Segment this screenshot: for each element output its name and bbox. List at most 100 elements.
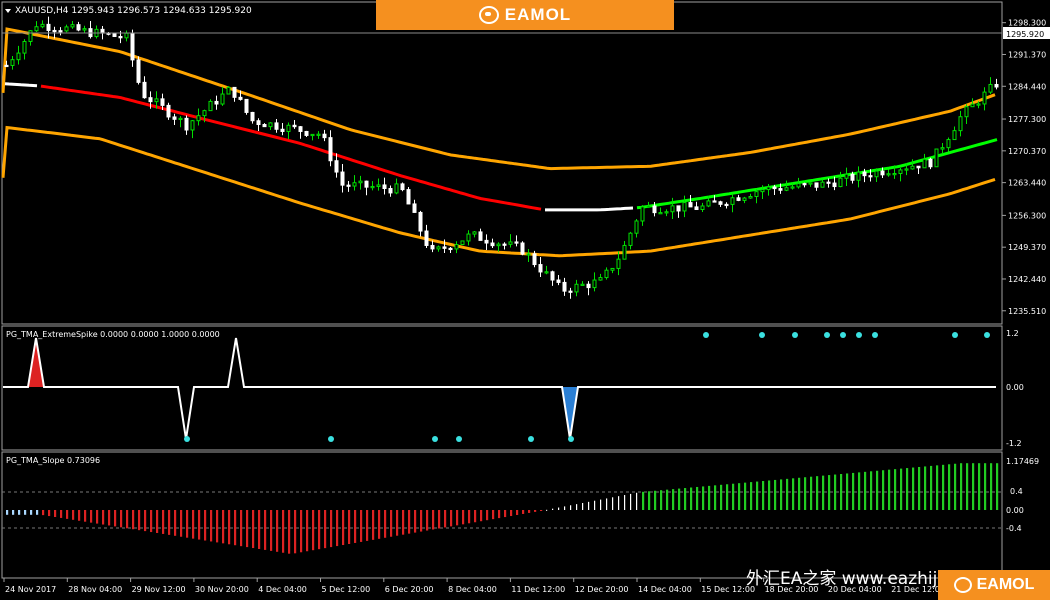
spike-dot (952, 332, 958, 338)
slope-bar (366, 510, 369, 541)
candle-body (46, 23, 51, 31)
slope-bar (96, 510, 99, 524)
price-tick-label: 1298.300 (1008, 19, 1046, 28)
slope-bar (186, 510, 189, 538)
slope-bar (714, 485, 717, 510)
slope-bar (138, 510, 141, 531)
candle-body (646, 205, 651, 208)
candle-body (640, 206, 645, 222)
time-tick-label: 5 Dec 12:00 (322, 585, 371, 594)
slope-bar (552, 508, 554, 510)
candle-body (754, 191, 759, 198)
candle-body (766, 186, 771, 191)
candle-body (10, 59, 15, 66)
candle-body (628, 232, 633, 246)
candle-body (598, 277, 603, 281)
spike-dot (759, 332, 765, 338)
slope-bar (378, 510, 381, 539)
candle-body (4, 64, 9, 68)
slope-bar (618, 496, 620, 510)
candle-body (544, 271, 549, 274)
slope-bar (744, 482, 747, 510)
slope-bar (696, 486, 699, 510)
price-tick-label: 1277.300 (1008, 115, 1046, 124)
slope-bar (456, 510, 459, 526)
candle-body (580, 283, 585, 286)
slope-bar (600, 499, 602, 510)
slope-bar (390, 510, 393, 537)
slope-bar (900, 468, 903, 510)
slope-bar (408, 510, 411, 534)
slope-bar (558, 507, 560, 510)
slope-bar (414, 510, 417, 533)
slope-tick-max: 1.17469 (1006, 457, 1039, 466)
watermark-logo-icon (953, 577, 972, 593)
slope-bar (492, 510, 495, 520)
candle-body (832, 182, 837, 188)
candle-body (922, 158, 927, 169)
slope-bar (114, 510, 117, 527)
slope-bar (312, 510, 315, 551)
main-price-panel[interactable]: XAUUSD,H4 1295.943 1296.573 1294.633 129… (1, 1, 1050, 325)
candle-body (232, 86, 237, 98)
candle-body (688, 202, 693, 208)
price-tick-label: 1284.440 (1008, 82, 1046, 91)
price-tick-label: 1291.370 (1008, 50, 1046, 59)
slope-bar (966, 463, 969, 510)
candle-body (274, 122, 279, 130)
slope-bar (570, 505, 572, 510)
slope-bar (264, 510, 267, 550)
slope-bar (834, 474, 837, 510)
candle-body (790, 186, 795, 189)
spike-dot (824, 332, 830, 338)
slope-bar (426, 510, 429, 531)
candle-body (880, 170, 885, 176)
candle-body (838, 177, 843, 188)
extreme-spike-panel[interactable]: PG_TMA_ExtremeSpike 0.0000 0.0000 1.0000… (1, 325, 1024, 451)
spike-dot (703, 332, 709, 338)
slope-bar (720, 484, 723, 510)
candle-body (388, 188, 393, 194)
candle-body (142, 81, 147, 99)
candle-body (16, 52, 21, 61)
slope-bar (90, 510, 93, 523)
candle-body (262, 124, 267, 128)
candle-body (394, 183, 399, 194)
candle-body (160, 98, 165, 106)
candle-body (664, 211, 669, 214)
slope-bar (306, 510, 309, 552)
candle-body (592, 279, 597, 289)
slope-bar (108, 510, 111, 526)
candle-body (658, 212, 663, 215)
candle-body (328, 137, 333, 162)
candle-body (370, 185, 375, 189)
time-tick-label: 14 Dec 04:00 (638, 585, 692, 594)
slope-bar (606, 498, 608, 510)
candle-body (454, 244, 459, 250)
candle-body (916, 165, 921, 169)
candle-body (196, 115, 201, 122)
slope-bar (174, 510, 177, 536)
time-tick-label: 6 Dec 20:00 (385, 585, 434, 594)
tma-slope-panel[interactable]: PG_TMA_Slope 0.73096 1.17469 0.4 0.00 -0… (1, 451, 1039, 579)
slope-bar (198, 510, 201, 540)
candle-body (604, 269, 609, 279)
slope-bar (276, 510, 279, 552)
slope-bar (636, 492, 638, 510)
slope-bar (846, 473, 849, 510)
slope-bar (468, 510, 471, 524)
slope-bar (84, 510, 87, 522)
candle-body (358, 180, 363, 184)
candle-body (676, 205, 681, 212)
candle-body (136, 59, 141, 83)
candle-body (718, 201, 723, 205)
price-tick-label: 1235.510 (1008, 307, 1046, 316)
slope-bar (750, 482, 753, 510)
trading-chart[interactable]: XAUUSD,H4 1295.943 1296.573 1294.633 129… (0, 0, 1050, 600)
candle-body (340, 171, 345, 186)
slope-bar (252, 510, 255, 549)
slope-bar (36, 510, 39, 515)
slope-bar (324, 510, 327, 549)
candle-body (724, 203, 729, 207)
candle-body (286, 124, 291, 132)
